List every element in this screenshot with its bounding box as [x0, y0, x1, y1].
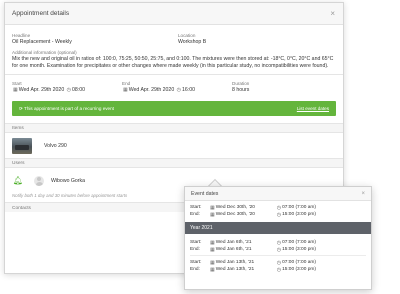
start-time: 08:00	[72, 87, 86, 94]
items-header: Items	[5, 123, 343, 134]
event-start-date: Wed Jan 6th, '21	[215, 240, 252, 245]
clock-icon: ◷	[276, 246, 282, 253]
calendar-icon: ▦	[210, 266, 215, 273]
end-time: 16:00	[182, 87, 196, 94]
additional-info-value: Mix the new and original oil in ratios o…	[12, 56, 334, 69]
event-end-time: 15:00 (3:00 pm)	[282, 267, 316, 272]
calendar-icon: ▦	[123, 87, 128, 94]
headline-location-row: Headline Oil Replacement - Weekly Locati…	[5, 25, 343, 46]
item-name: Volvo 290	[44, 142, 67, 149]
recurring-text: This appointment is part of a recurring …	[24, 105, 114, 111]
additional-info: Additional information (optional) Mix th…	[5, 50, 343, 69]
calendar-icon: ▦	[210, 204, 215, 211]
clock-icon: ◷	[276, 211, 282, 218]
headline-value: Oil Replacement - Weekly	[12, 39, 72, 45]
event-end-date: Wed Jan 13th, '21	[215, 267, 255, 272]
duration-value: 8 hours	[232, 87, 250, 94]
clock-icon: ◷	[176, 87, 182, 94]
avatar	[34, 175, 44, 186]
event-start-time: 07:00 (7:00 am)	[282, 260, 316, 265]
popover-title: Event dates	[191, 190, 219, 197]
event-end-date: Wed Dec 30th, '20	[215, 212, 255, 217]
event-start-date: Wed Jan 13th, '21	[215, 260, 255, 265]
year-divider: Year 2021	[185, 222, 371, 234]
start-label: Start:	[190, 205, 202, 210]
clock-icon: ◷	[276, 239, 282, 246]
event-start-time: 07:00 (7:00 am)	[282, 240, 316, 245]
event-entry: Start: ▦ Wed Jan 13th, '21 ◷ 07:00 (7:00…	[185, 256, 371, 275]
event-start-date: Wed Dec 30th, '20	[215, 205, 255, 210]
recurring-banner: ⟳ This appointment is part of a recurrin…	[12, 101, 336, 117]
clock-icon: ◷	[276, 266, 282, 273]
start-label: Start:	[190, 240, 202, 245]
end-label: End:	[190, 212, 200, 217]
end-label: End:	[190, 267, 200, 272]
modal-header: Appointment details ×	[5, 3, 343, 25]
clock-icon: ◷	[66, 87, 72, 94]
calendar-icon: ▦	[210, 246, 215, 253]
event-end-time: 15:00 (3:00 pm)	[282, 247, 316, 252]
event-dates-popover: Event dates × Start: ▦ Wed Dec 30th, '20…	[184, 186, 372, 290]
close-icon[interactable]: ×	[361, 191, 365, 197]
modal-title: Appointment details	[12, 10, 70, 17]
clock-icon: ◷	[276, 204, 282, 211]
bell-icon: 🔔︎	[12, 176, 24, 186]
vehicle-photo	[12, 137, 32, 154]
event-end-time: 15:00 (3:00 pm)	[282, 212, 316, 217]
start-label: Start:	[190, 260, 202, 265]
list-event-dates-link[interactable]: List event dates	[297, 106, 329, 111]
clock-icon: ◷	[276, 259, 282, 266]
calendar-icon: ▦	[13, 87, 18, 94]
users-header: Users	[5, 158, 343, 169]
location-value: Workshop B	[178, 39, 207, 45]
event-end-date: Wed Jan 6th, '21	[215, 247, 252, 252]
close-icon[interactable]: ×	[330, 9, 335, 18]
end-label: End:	[190, 247, 200, 252]
calendar-icon: ▦	[210, 259, 215, 266]
popover-header: Event dates ×	[185, 187, 371, 201]
calendar-icon: ▦	[210, 211, 215, 218]
event-start-time: 07:00 (7:00 am)	[282, 205, 316, 210]
dates-row: Start ▦Wed Apr. 29th 2020 ◷08:00 End ▦We…	[5, 75, 343, 94]
list-item[interactable]: Volvo 290	[5, 133, 343, 158]
event-entry: Start: ▦ Wed Jan 6th, '21 ◷ 07:00 (7:00 …	[185, 236, 371, 255]
event-entry: Start: ▦ Wed Dec 30th, '20 ◷ 07:00 (7:00…	[185, 201, 371, 220]
user-name: Wibowo Gorka	[51, 177, 86, 184]
calendar-icon: ▦	[210, 239, 215, 246]
start-date: Wed Apr. 29th 2020	[18, 87, 65, 94]
end-date: Wed Apr. 29th 2020	[128, 87, 175, 94]
